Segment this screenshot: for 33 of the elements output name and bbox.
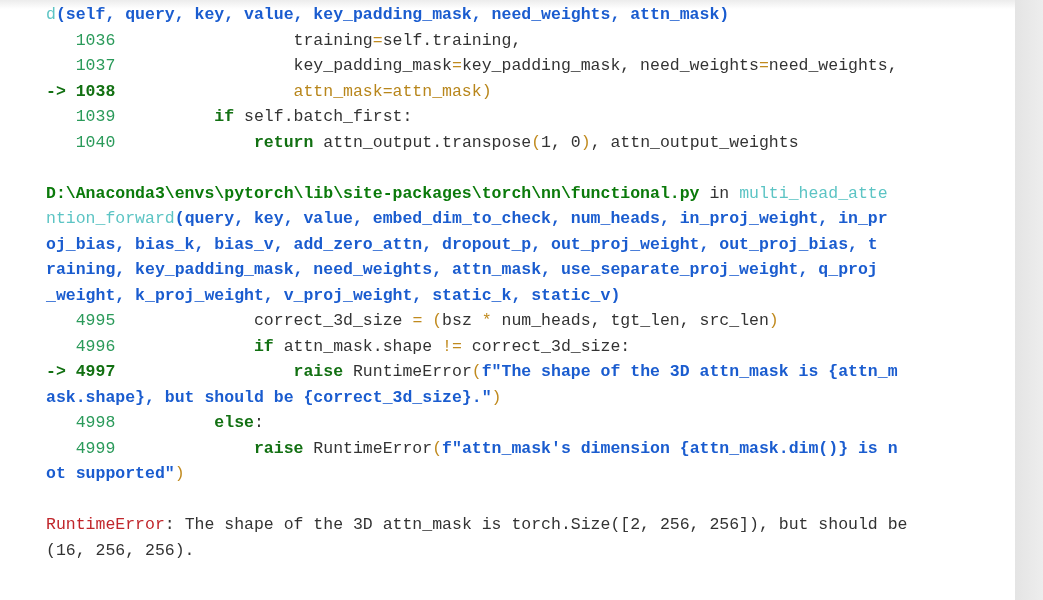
line-number: 1038 — [75, 80, 116, 103]
line-number: 1040 — [75, 131, 116, 154]
code-text: training=self.training, — [292, 29, 522, 52]
traceback-header: D:\Anaconda3\envs\pytorch\lib\site-packages\torch\nn\functional.py in multi_head_atte — [46, 182, 888, 205]
line-number: 4996 — [75, 335, 116, 358]
arrow-marker: -> — [46, 80, 67, 103]
code-text: else: — [213, 412, 264, 434]
code-text: if self.batch_first: — [213, 106, 413, 128]
traceback-header: ntion_forward(query, key, value, embed_dim_to_check, num_heads, in_proj_weight, in_pr — [46, 208, 888, 230]
line-number: 1036 — [75, 29, 116, 52]
error-message: RuntimeError: The shape of the 3D attn_mask is torch.Size([2, 256, 256]), but should be — [46, 514, 908, 536]
code-text: ot supported") — [46, 463, 185, 485]
code-text: ask.shape}, but should be {correct_3d_size}.") — [46, 386, 502, 409]
code-text: raise RuntimeError(f"The shape of the 3D attn_mask is {attn_m — [292, 361, 898, 383]
code-text: correct_3d_size = (bsz * num_heads, tgt_len, src_len) — [252, 310, 779, 332]
line-number: 4998 — [75, 412, 116, 434]
traceback-header: _weight, k_proj_weight, v_proj_weight, static_k, static_v) — [46, 284, 621, 307]
error-message: (16, 256, 256). — [46, 539, 195, 562]
traceback-header: oj_bias, bias_k, bias_v, add_zero_attn, dropout_p, out_proj_weight, out_proj_bias, t — [46, 233, 878, 256]
code-text: key_padding_mask=key_padding_mask, need_weights=need_weights, — [292, 55, 898, 77]
code-text: raise RuntimeError(f"attn_mask's dimension {attn_mask.dim()} is n — [252, 437, 898, 460]
code-text: if attn_mask.shape != correct_3d_size: — [252, 335, 631, 358]
traceback-header: raining, key_padding_mask, need_weights, attn_mask, use_separate_proj_weight, q_proj — [46, 259, 878, 281]
line-number: 4999 — [75, 437, 116, 460]
line-number: 4995 — [75, 310, 116, 332]
line-number: 4997 — [75, 361, 116, 383]
code-text: attn_mask=attn_mask) — [292, 80, 492, 103]
line-number: 1039 — [75, 106, 116, 128]
scrollbar[interactable] — [1015, 0, 1043, 600]
line-number: 1037 — [75, 55, 116, 77]
arrow-marker: -> — [46, 361, 67, 383]
code-text: return attn_output.transpose(1, 0), attn_output_weights — [252, 131, 799, 154]
traceback-header: d(self, query, key, value, key_padding_mask, need_weights, attn_mask) — [46, 4, 730, 26]
